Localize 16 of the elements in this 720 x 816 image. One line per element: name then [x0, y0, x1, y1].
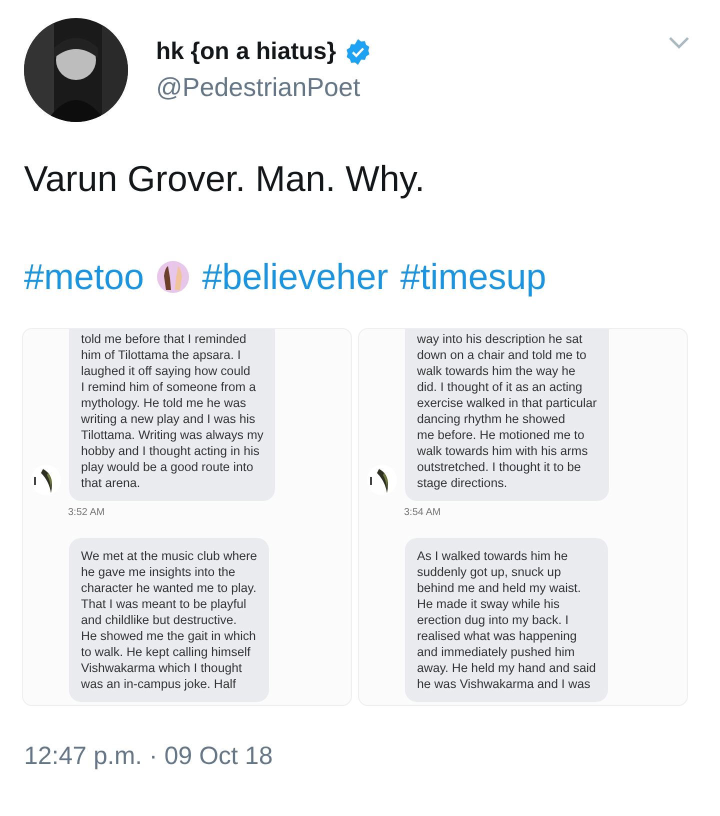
message-time: 3:52 AM: [68, 507, 106, 518]
message-bubble: As I walked towards him he suddenly got up, snuck up behind me and held my waist. He made it sway while his erection dug into my back. I realised what was happening and immediately pushed him away. He held my hand and said he was Vishwakarma and I was: [405, 538, 608, 702]
message-time: 3:54 AM: [404, 507, 442, 518]
message-bubble: We met at the music club where he gave me insights into the character he wanted me to play. That I was meant to be playful and childlike but destructive. He showed me the gait in which to walk. He kept calling himself Vishwakarma which I thought was an in-campus joke. Half: [69, 538, 270, 702]
hashtag-link[interactable]: #metoo: [24, 256, 144, 298]
message-bubble: told me before that I reminded him of Tilottama the apsara. I laughed it off saying how could I remind him of someone from a mythology. He told me he was writing a new play and I was his Tilottama. Writing was always my hobby and I thought acting in his play would be a good route into that arena.: [69, 329, 276, 501]
hashtag-link[interactable]: #believeher: [202, 256, 388, 298]
tweet-text: Varun Grover. Man. Why.: [24, 158, 426, 200]
message-bubble: way into his description he sat down on a chair and told me to walk towards him the way he did. I thought of it as an acting exercise walked in that particular dancing rhythm he showed me before. He motioned me to walk towards him with his arms outstretched. I thought it to be stage directions.: [405, 329, 609, 501]
raised-hands-icon: [156, 260, 190, 294]
chat-screenshot[interactable]: [358, 328, 688, 706]
hashtag-link[interactable]: #timesup: [400, 256, 546, 298]
chat-screenshot[interactable]: [22, 328, 352, 706]
tweet-timestamp: 12:47 p.m. · 09 Oct 18: [24, 742, 274, 771]
author-name: hk {on a hiatus}: [156, 38, 336, 66]
author-handle: @PedestrianPoet: [156, 72, 362, 102]
